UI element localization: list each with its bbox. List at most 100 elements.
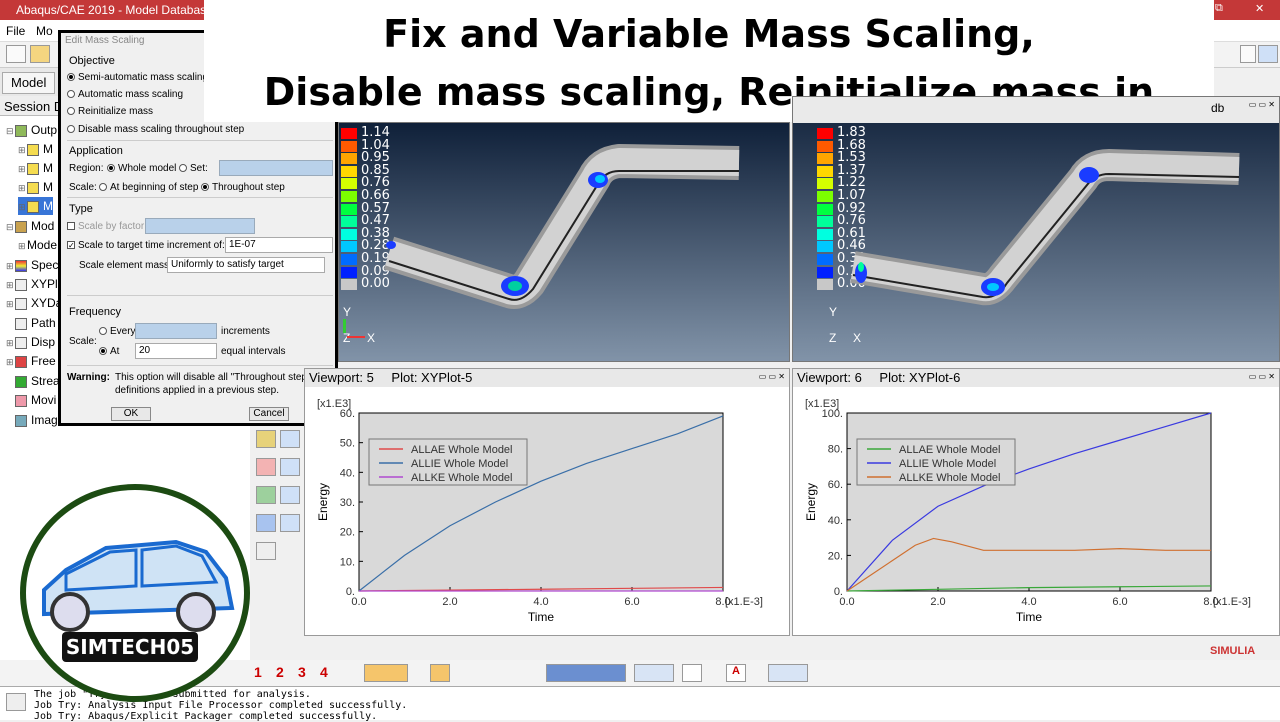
triad-x-axis — [347, 336, 365, 338]
refresh-icon[interactable] — [1258, 45, 1278, 63]
table-icon[interactable] — [280, 458, 300, 476]
tree-item-xyplot[interactable]: ⊞ XYPl — [6, 275, 58, 293]
tree-item-xydata[interactable]: ⊞ XYDa — [6, 294, 62, 312]
triad-x-left: X — [367, 331, 376, 345]
tree-item-model[interactable]: ⊟ Mod — [6, 217, 54, 235]
checkbox-scale-to-target[interactable]: ✓ Scale to target time increment of: — [67, 240, 225, 251]
tree-item-display[interactable]: ⊞ Disp — [6, 333, 55, 351]
viewport-1-button[interactable]: 1 — [254, 664, 262, 680]
window-title: Abaqus/CAE 2019 - Model Databas — [16, 3, 207, 17]
ok-button[interactable]: OK — [111, 407, 151, 421]
radio-set[interactable]: Set: — [179, 163, 208, 174]
viewport-contour-left[interactable]: 1.14 1.04 0.95 0.85 0.76 0.66 0.57 0.47 0.38 0.28… — [338, 122, 790, 362]
tree-item-odb-2[interactable]: ⊞ M — [18, 159, 53, 177]
table-icon[interactable] — [280, 486, 300, 504]
y-tick-label: 40. — [340, 467, 355, 479]
open-folder-icon[interactable] — [30, 45, 50, 63]
viewport-6-plot: Plot: XYPlot-6 — [879, 370, 961, 385]
message-icon[interactable] — [6, 693, 26, 711]
radio-automatic[interactable]: Automatic mass scaling — [67, 89, 183, 100]
transform-icon[interactable] — [256, 514, 276, 532]
x-tick-label: 6.0 — [624, 596, 639, 608]
y-tick-label: 0. — [834, 586, 843, 598]
lock-icon — [27, 181, 39, 194]
tab-session[interactable]: Session D — [4, 99, 63, 114]
tree-item-output[interactable]: ⊟ Outp — [6, 121, 57, 139]
tree-item-path[interactable]: Path — [6, 314, 56, 332]
list-icons[interactable] — [768, 664, 808, 682]
probe-icon[interactable] — [256, 458, 276, 476]
text-tool-icon[interactable] — [682, 664, 702, 682]
triad-y-left: Y — [343, 305, 352, 319]
tab-model[interactable]: Model — [2, 72, 56, 94]
menu-file[interactable]: File — [6, 24, 25, 38]
tree-item-odb-1[interactable]: ⊞ M — [18, 140, 53, 158]
layout-icons[interactable] — [546, 664, 626, 682]
factor-field[interactable] — [145, 218, 255, 234]
triad-x-right: X — [853, 331, 862, 345]
query-icon[interactable] — [256, 542, 276, 560]
y-tick-label: 40. — [828, 515, 843, 527]
intervals-field[interactable]: 20 — [135, 343, 217, 359]
x-unit-label: [x1.E-3] — [725, 596, 763, 608]
table-icon[interactable] — [280, 514, 300, 532]
every-field[interactable] — [135, 323, 217, 339]
radio-every[interactable]: Every — [99, 326, 136, 337]
y-axis-label: Energy — [804, 483, 818, 521]
tree-item-odb-3[interactable]: ⊞ M — [18, 178, 53, 196]
checkbox-scale-by-factor[interactable]: Scale by factor: — [67, 221, 147, 232]
radio-whole-model[interactable]: Whole model — [107, 163, 176, 174]
dropdown-icon[interactable] — [1240, 45, 1256, 63]
legend-entry: ALLIE Whole Model — [899, 458, 996, 470]
close-button[interactable]: ✕ — [1255, 2, 1264, 15]
tree-item-model-sub[interactable]: ⊞Mode — [18, 236, 57, 254]
new-file-icon[interactable] — [6, 45, 26, 63]
radio-at-beginning[interactable]: At beginning of step — [99, 182, 198, 193]
radio-semi-automatic[interactable]: Semi-automatic mass scaling — [67, 72, 208, 83]
viewport-contour-right[interactable]: db ▭ ▭ ✕ 1.83 1.68 1.53 1.37 1.22 1.07 0.92 0.7… — [792, 96, 1280, 362]
target-increment-field[interactable]: 1E-07 — [225, 237, 333, 253]
radio-reinitialize[interactable]: Reinitialize mass — [67, 106, 153, 117]
tree-item-stream[interactable]: Strea — [6, 372, 60, 390]
y-tick-label: 20. — [828, 550, 843, 562]
viewport-6[interactable]: Viewport: 6 Plot: XYPlot-6 ▭ ▭ ✕ 0.0 2.0 4… — [792, 368, 1280, 636]
xyplot-icon — [15, 278, 27, 291]
pick-icon[interactable] — [430, 664, 450, 682]
tree-item-spectrum[interactable]: ⊞ Spec — [6, 256, 58, 274]
triad-z-left: Z — [343, 331, 351, 345]
table-icon[interactable] — [280, 430, 300, 448]
plot-icon[interactable] — [256, 430, 276, 448]
viewport-5[interactable]: Viewport: 5 Plot: XYPlot-5 ▭ ▭ ✕ 0.0 2.0 4… — [304, 368, 790, 636]
element-mass-select[interactable]: Uniformly to satisfy target — [167, 257, 325, 273]
tree-item-freebody[interactable]: ⊞ Free — [6, 352, 56, 370]
cancel-button[interactable]: Cancel — [249, 407, 289, 421]
x-tick-label: 4.0 — [1021, 596, 1036, 608]
window-buttons[interactable]: ▭ ▭ ✕ — [759, 372, 785, 381]
stream-tool-icon[interactable] — [256, 486, 276, 504]
set-field[interactable] — [219, 160, 333, 176]
xydata-icon — [15, 297, 27, 310]
tree-item-movie[interactable]: Movi — [6, 391, 56, 409]
divider — [67, 197, 333, 198]
viewport-4-button[interactable]: 4 — [320, 664, 328, 680]
radio-throughout[interactable]: Throughout step — [201, 182, 285, 193]
xy-chart-6: 0.0 2.0 4.0 6.0 8.00.20.40.60.80.100.[x1.E-3… — [804, 398, 1251, 624]
window-buttons[interactable]: ▭ ▭ ✕ — [1249, 372, 1275, 381]
objective-heading: Objective — [69, 55, 115, 67]
viewport-6-label: Viewport: 6 — [797, 370, 862, 385]
tree-item-odb-4[interactable]: ⊞ M — [18, 197, 53, 215]
viewport-3-button[interactable]: 3 — [298, 664, 306, 680]
scale-element-mass-label: Scale element mass: — [79, 260, 172, 271]
menu-model[interactable]: Mo — [36, 24, 53, 38]
render-icons[interactable] — [364, 664, 408, 682]
xy-chart-5: 0.0 2.0 4.0 6.0 8.00.10.20.30.40.50.60.[x1.E… — [316, 398, 763, 624]
lock-icon — [27, 162, 39, 175]
text-annotation-icon[interactable]: A — [726, 664, 746, 682]
y-tick-label: 20. — [340, 527, 355, 539]
radio-at[interactable]: At — [99, 346, 119, 357]
viewport-2-button[interactable]: 2 — [276, 664, 284, 680]
tree-item-image[interactable]: Imag — [6, 411, 58, 429]
annotate-icons[interactable] — [634, 664, 674, 682]
restore-button[interactable]: ⧉ — [1215, 2, 1223, 15]
y-tick-label: 50. — [340, 438, 355, 450]
